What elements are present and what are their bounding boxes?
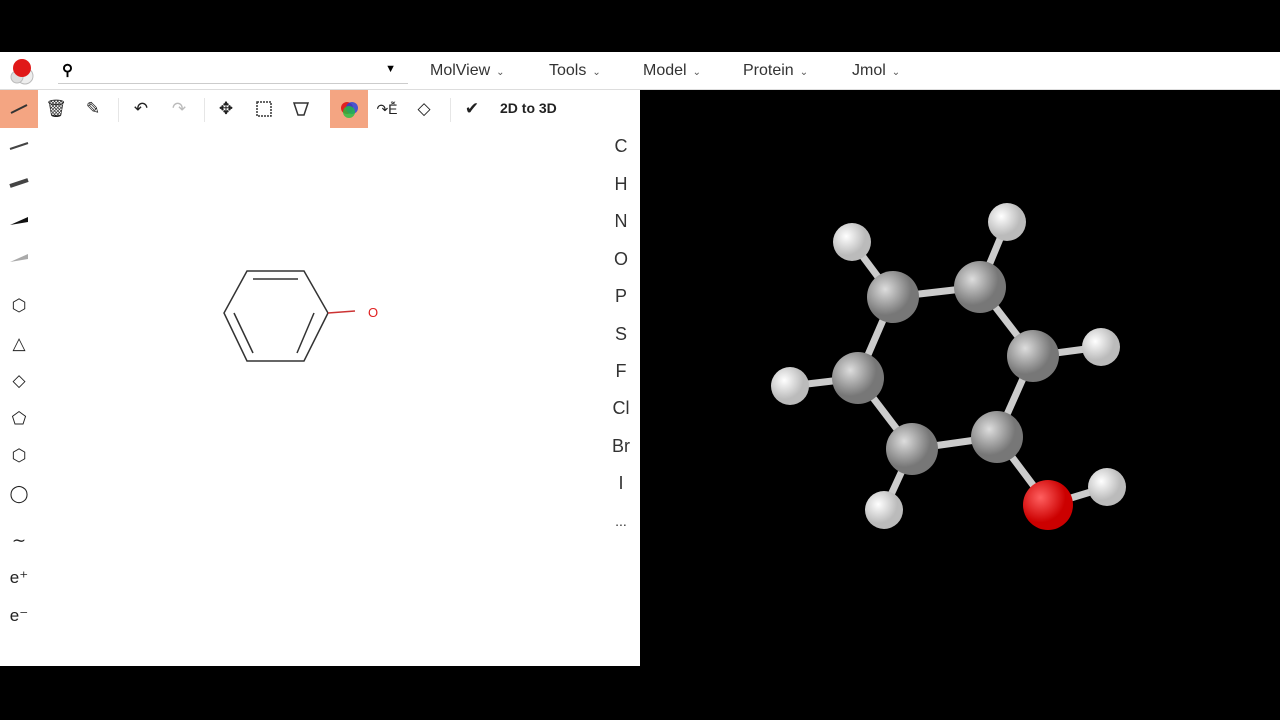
triangle-icon: △ bbox=[12, 334, 26, 353]
3d-viewer[interactable] bbox=[640, 90, 1280, 666]
double-bond-tool[interactable] bbox=[0, 165, 38, 201]
clean-button[interactable]: ✔ bbox=[453, 90, 491, 128]
hexagon-icon: ⬡ bbox=[11, 446, 27, 465]
benzene-tool[interactable]: ⬡ bbox=[0, 288, 38, 324]
rect-select-tool[interactable] bbox=[245, 90, 283, 128]
sketch-molecule[interactable]: O bbox=[200, 250, 400, 380]
trash-icon: 🗑 bbox=[45, 99, 67, 118]
chevron-down-icon: ⌄ bbox=[496, 67, 505, 78]
sketcher-toolbar: 🗑 ✎ ↶ ↷ ✥ ↷Ễ ◇ ✔ 2D to 3D bbox=[0, 90, 600, 128]
search-dropdown-icon[interactable]: ▼ bbox=[385, 63, 396, 75]
lasso-icon bbox=[292, 102, 310, 116]
element-c[interactable]: C bbox=[604, 136, 638, 157]
clear-button[interactable]: 🗑 bbox=[37, 90, 75, 128]
element-f[interactable]: F bbox=[604, 361, 638, 382]
pentagon-icon: ⬠ bbox=[11, 409, 27, 428]
menu-label: Jmol bbox=[852, 62, 886, 79]
chevron-down-icon: ⌄ bbox=[592, 67, 601, 78]
menu-tools[interactable]: Tools ⌄ bbox=[549, 62, 601, 80]
hash-bond-tool[interactable] bbox=[0, 240, 38, 276]
cyclohexane-tool[interactable]: ⬡ bbox=[0, 438, 38, 474]
move-tool[interactable]: ✥ bbox=[207, 90, 245, 128]
single-bond-tool[interactable] bbox=[0, 128, 38, 164]
divider bbox=[450, 98, 451, 122]
undo-icon: ↶ bbox=[133, 99, 149, 118]
undo-button[interactable]: ↶ bbox=[122, 90, 160, 128]
divider bbox=[118, 98, 119, 122]
element-more[interactable]: ... bbox=[604, 513, 638, 529]
menu-label: MolView bbox=[430, 62, 491, 79]
single-bond-icon bbox=[9, 142, 29, 150]
charge-plus-tool[interactable]: e⁺ bbox=[0, 560, 38, 596]
menu-protein[interactable]: Protein ⌄ bbox=[743, 62, 808, 80]
menu-model[interactable]: Model ⌄ bbox=[643, 62, 701, 80]
brush-icon: ✔ bbox=[464, 99, 480, 118]
menu-jmol[interactable]: Jmol ⌄ bbox=[852, 62, 900, 80]
element-i[interactable]: I bbox=[604, 473, 638, 494]
sketcher-panel: 🗑 ✎ ↶ ↷ ✥ ↷Ễ ◇ ✔ 2D to 3D ⬡ △ ◇ ⬠ ⬡ ◯ ∼ … bbox=[0, 90, 640, 666]
color-mode-icon bbox=[341, 102, 358, 118]
center-button[interactable]: ◇ bbox=[405, 90, 443, 128]
chevron-down-icon: ⌄ bbox=[692, 67, 701, 78]
header: ⚲ ▼ MolView ⌄ Tools ⌄ Model ⌄ Protein ⌄ Jmol… bbox=[0, 52, 1280, 90]
3d-molecule[interactable] bbox=[640, 90, 1280, 666]
single-bond-tool[interactable] bbox=[0, 90, 38, 128]
menu-label: Protein bbox=[743, 62, 794, 79]
charge-minus-tool[interactable]: e⁻ bbox=[0, 598, 38, 634]
oxygen-atom-label: O bbox=[368, 305, 378, 320]
search-input[interactable]: ⚲ ▼ bbox=[58, 58, 408, 84]
search-icon: ⚲ bbox=[62, 62, 73, 79]
cyclobutane-tool[interactable]: ◇ bbox=[0, 363, 38, 399]
wedge-bond-tool[interactable] bbox=[0, 203, 38, 239]
eraser-button[interactable]: ✎ bbox=[74, 90, 112, 128]
benzene-icon: ⬡ bbox=[11, 296, 27, 315]
cyclopentane-tool[interactable]: ⬠ bbox=[0, 401, 38, 437]
element-cl[interactable]: Cl bbox=[604, 398, 638, 419]
eraser-icon: ✎ bbox=[85, 99, 101, 118]
hash-wedge-icon bbox=[10, 254, 28, 262]
molview-logo[interactable] bbox=[8, 57, 38, 85]
element-o[interactable]: O bbox=[604, 249, 638, 270]
double-bond-icon bbox=[9, 178, 29, 188]
color-mode-button[interactable] bbox=[330, 90, 368, 128]
rect-select-icon bbox=[256, 101, 272, 117]
hydrogen-toggle[interactable]: ↷Ễ bbox=[368, 90, 406, 128]
bond-icon bbox=[10, 104, 28, 114]
cycloheptane-tool[interactable]: ◯ bbox=[0, 476, 38, 512]
chevron-down-icon: ⌄ bbox=[799, 67, 809, 78]
divider bbox=[204, 98, 205, 122]
chevron-down-icon: ⌄ bbox=[891, 67, 901, 78]
diamond-icon: ◇ bbox=[12, 371, 26, 390]
redo-button[interactable]: ↷ bbox=[160, 90, 198, 128]
circle-icon: ◯ bbox=[9, 484, 29, 503]
wedge-icon bbox=[10, 217, 28, 225]
menu-label: Tools bbox=[549, 62, 587, 79]
cyclopropane-tool[interactable]: △ bbox=[0, 326, 38, 362]
element-n[interactable]: N bbox=[604, 211, 638, 232]
element-p[interactable]: P bbox=[604, 286, 638, 307]
lasso-tool[interactable] bbox=[282, 90, 320, 128]
element-s[interactable]: S bbox=[604, 324, 638, 345]
element-h[interactable]: H bbox=[604, 174, 638, 195]
2d-to-3d-button[interactable]: 2D to 3D bbox=[500, 100, 557, 116]
redo-icon: ↷ bbox=[171, 99, 187, 118]
center-icon: ◇ bbox=[417, 99, 431, 118]
element-br[interactable]: Br bbox=[604, 436, 638, 457]
hydrogen-icon: ↷Ễ bbox=[376, 100, 398, 117]
move-icon: ✥ bbox=[218, 99, 234, 118]
menu-label: Model bbox=[643, 62, 687, 79]
menu-molview[interactable]: MolView ⌄ bbox=[430, 62, 505, 80]
chain-tool[interactable]: ∼ bbox=[0, 523, 38, 559]
